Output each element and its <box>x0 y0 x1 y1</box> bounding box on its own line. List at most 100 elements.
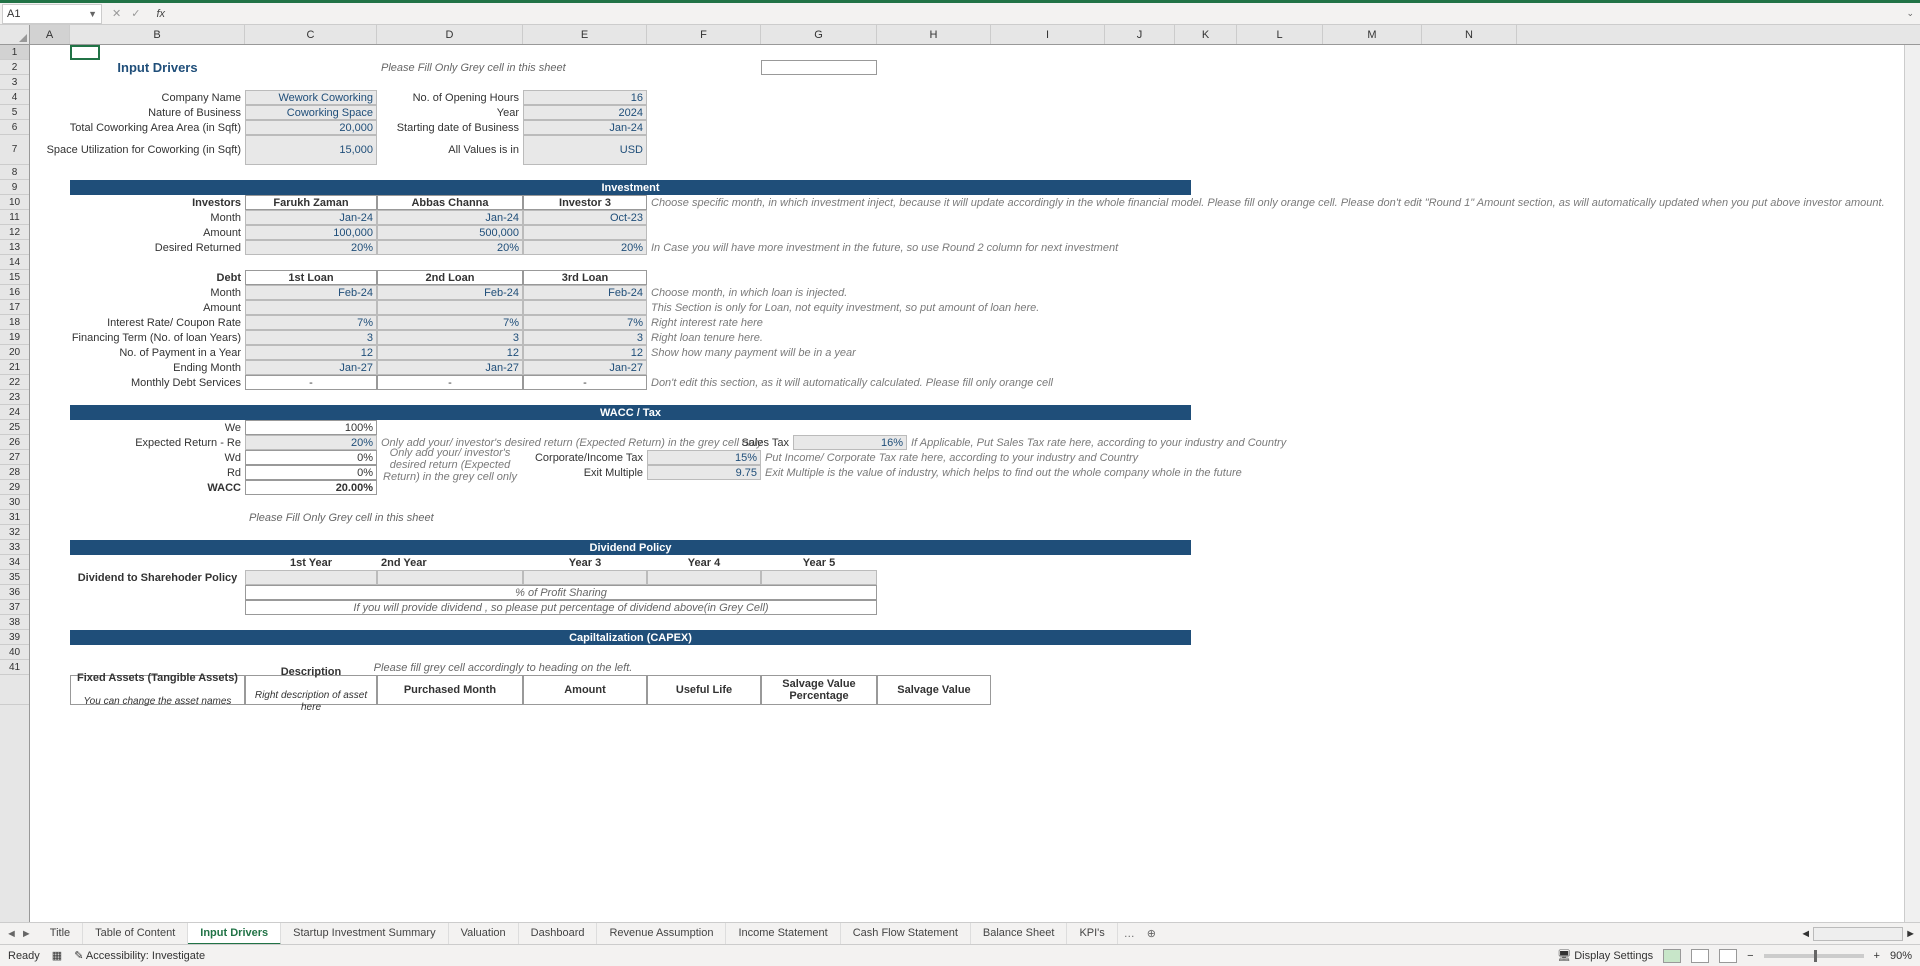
col-M[interactable]: M <box>1323 25 1422 44</box>
row-8[interactable]: 8 <box>0 165 29 180</box>
tab-startup-investment-summary[interactable]: Startup Investment Summary <box>281 923 448 945</box>
row-7[interactable]: 7 <box>0 135 29 165</box>
col-N[interactable]: N <box>1422 25 1517 44</box>
row-40[interactable]: 40 <box>0 645 29 660</box>
input[interactable]: 16% <box>793 435 907 450</box>
col-I[interactable]: I <box>991 25 1105 44</box>
display-settings[interactable]: 🖥 Display Settings <box>1557 949 1653 962</box>
input[interactable]: 2024 <box>523 105 647 120</box>
tab-revenue-assumption[interactable]: Revenue Assumption <box>597 923 726 945</box>
cancel-icon[interactable]: ✕ <box>112 7 121 20</box>
row-19[interactable]: 19 <box>0 330 29 345</box>
row-4[interactable]: 4 <box>0 90 29 105</box>
row-9[interactable]: 9 <box>0 180 29 195</box>
row-10[interactable]: 10 <box>0 195 29 210</box>
row-23[interactable]: 23 <box>0 390 29 405</box>
tab-balance-sheet[interactable]: Balance Sheet <box>971 923 1068 945</box>
tab-kpi's[interactable]: KPI's <box>1067 923 1117 945</box>
tab-add-icon[interactable]: ⊕ <box>1141 927 1162 940</box>
col-header[interactable]: 1st Loan <box>245 270 377 285</box>
input[interactable]: 500,000 <box>377 225 523 240</box>
row-14[interactable]: 14 <box>0 255 29 270</box>
input[interactable]: 100,000 <box>245 225 377 240</box>
row-31[interactable]: 31 <box>0 510 29 525</box>
input[interactable]: Feb-24 <box>523 285 647 300</box>
row-26[interactable]: 26 <box>0 435 29 450</box>
input[interactable]: 16 <box>523 90 647 105</box>
tab-first-icon[interactable]: ◄ <box>6 928 17 940</box>
input[interactable]: 20% <box>245 240 377 255</box>
row-1[interactable]: 1 <box>0 45 29 60</box>
row-20[interactable]: 20 <box>0 345 29 360</box>
tab-cash-flow-statement[interactable]: Cash Flow Statement <box>841 923 971 945</box>
input[interactable] <box>523 300 647 315</box>
tab-next-icon[interactable]: ► <box>21 928 32 940</box>
row-16[interactable]: 16 <box>0 285 29 300</box>
input[interactable]: 15% <box>647 450 761 465</box>
row-28[interactable]: 28 <box>0 465 29 480</box>
select-all-corner[interactable] <box>0 25 30 44</box>
row-34[interactable]: 34 <box>0 555 29 570</box>
col-header[interactable]: 3rd Loan <box>523 270 647 285</box>
row-37[interactable]: 37 <box>0 600 29 615</box>
input[interactable]: Jan-24 <box>245 210 377 225</box>
input[interactable]: 3 <box>245 330 377 345</box>
col-G[interactable]: G <box>761 25 877 44</box>
col-J[interactable]: J <box>1105 25 1175 44</box>
row-27[interactable]: 27 <box>0 450 29 465</box>
col-D[interactable]: D <box>377 25 523 44</box>
name-box[interactable]: A1▼ <box>2 4 102 24</box>
row-42[interactable] <box>0 675 29 705</box>
row-11[interactable]: 11 <box>0 210 29 225</box>
tab-table-of-content[interactable]: Table of Content <box>83 923 188 945</box>
tab-dashboard[interactable]: Dashboard <box>519 923 598 945</box>
col-L[interactable]: L <box>1237 25 1323 44</box>
input[interactable]: Coworking Space <box>245 105 377 120</box>
input[interactable]: 20.00% <box>245 480 377 495</box>
tab-input-drivers[interactable]: Input Drivers <box>188 923 281 945</box>
input[interactable]: Jan-27 <box>245 360 377 375</box>
row-38[interactable]: 38 <box>0 615 29 630</box>
input[interactable]: - <box>523 375 647 390</box>
row-32[interactable]: 32 <box>0 525 29 540</box>
input[interactable]: 3 <box>523 330 647 345</box>
col-E[interactable]: E <box>523 25 647 44</box>
row-41[interactable]: 41 <box>0 660 29 675</box>
input[interactable]: 7% <box>245 315 377 330</box>
input[interactable]: 20% <box>523 240 647 255</box>
chevron-down-icon[interactable]: ▼ <box>88 9 97 19</box>
input[interactable]: 9.75 <box>647 465 761 480</box>
input[interactable]: Jan-24 <box>523 120 647 135</box>
col-K[interactable]: K <box>1175 25 1237 44</box>
row-3[interactable]: 3 <box>0 75 29 90</box>
hscroll-left-icon[interactable]: ◄ <box>1800 928 1811 940</box>
row-25[interactable]: 25 <box>0 420 29 435</box>
input[interactable]: 3 <box>377 330 523 345</box>
col-B[interactable]: B <box>70 25 245 44</box>
input[interactable]: 12 <box>377 345 523 360</box>
input[interactable] <box>245 300 377 315</box>
tab-valuation[interactable]: Valuation <box>449 923 519 945</box>
normal-view-icon[interactable] <box>1663 949 1681 963</box>
input[interactable] <box>377 570 523 585</box>
input[interactable]: - <box>245 375 377 390</box>
input[interactable]: Feb-24 <box>245 285 377 300</box>
input[interactable]: 15,000 <box>245 135 377 165</box>
vertical-scrollbar[interactable] <box>1904 45 1920 922</box>
row-29[interactable]: 29 <box>0 480 29 495</box>
input[interactable]: Jan-24 <box>377 210 523 225</box>
input[interactable]: 20% <box>245 435 377 450</box>
row-13[interactable]: 13 <box>0 240 29 255</box>
tab-title[interactable]: Title <box>38 923 83 945</box>
zoom-slider[interactable] <box>1764 954 1864 958</box>
row-15[interactable]: 15 <box>0 270 29 285</box>
input[interactable]: 12 <box>523 345 647 360</box>
row-5[interactable]: 5 <box>0 105 29 120</box>
input[interactable] <box>761 570 877 585</box>
col-header[interactable]: Abbas Channa <box>377 195 523 210</box>
row-17[interactable]: 17 <box>0 300 29 315</box>
hscroll-track[interactable] <box>1813 927 1903 941</box>
input[interactable] <box>523 225 647 240</box>
row-12[interactable]: 12 <box>0 225 29 240</box>
page-layout-view-icon[interactable] <box>1691 949 1709 963</box>
